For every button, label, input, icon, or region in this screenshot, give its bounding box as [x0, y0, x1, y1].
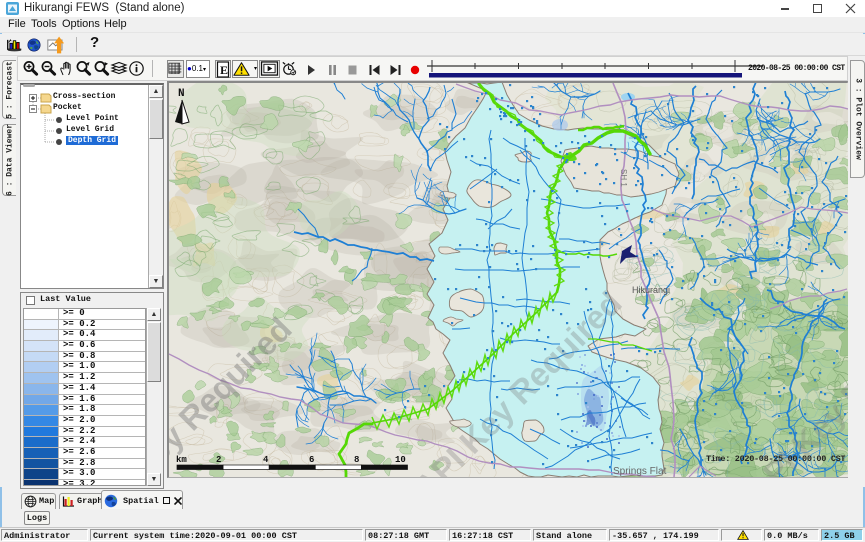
svg-text:Time: 2020-08-25 00:00:00 CST: Time: 2020-08-25 00:00:00 CST	[706, 454, 845, 464]
svg-text:2: 2	[216, 455, 221, 465]
svg-text:Springs Flat: Springs Flat	[613, 466, 667, 477]
svg-text:Hikurangi: Hikurangi	[632, 285, 670, 295]
svg-text:10: 10	[395, 455, 406, 465]
svg-text:8: 8	[354, 455, 359, 465]
svg-text:SH 1: SH 1	[619, 169, 628, 187]
svg-text:4: 4	[263, 455, 269, 465]
svg-text:6: 6	[309, 455, 314, 465]
svg-text:km: km	[176, 455, 187, 465]
svg-text:N: N	[178, 88, 185, 100]
svg-text:E: E	[220, 63, 228, 77]
